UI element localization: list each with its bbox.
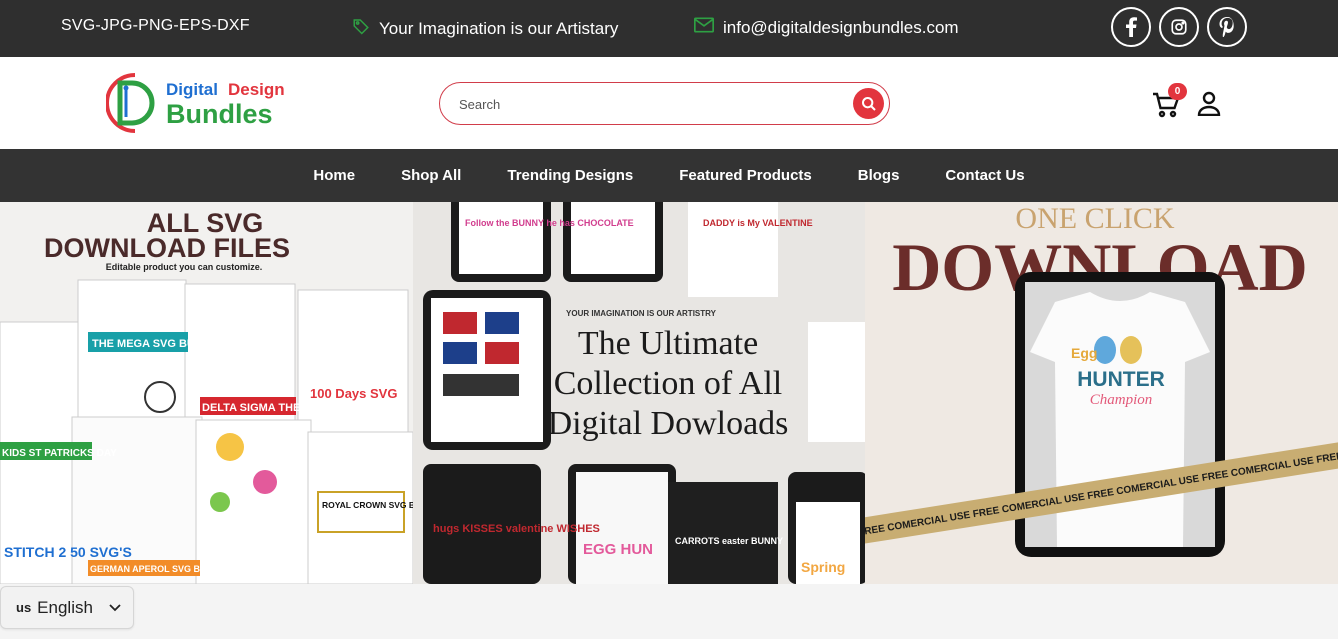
logo-text-digital: Digital <box>166 80 218 99</box>
hero2-label-carrots: CARROTS easter BUNNY <box>675 536 783 546</box>
hero3-shirt-champion: Champion <box>1090 392 1153 408</box>
nav-contact-us[interactable]: Contact Us <box>931 167 1024 184</box>
hero2-title-line2: Collection of All <box>554 365 783 402</box>
hero2-label-daddy: DADDY is My VALENTINE <box>703 218 813 228</box>
hero3-shirt-egg: Egg <box>1071 345 1097 361</box>
file-formats-text: SVG-JPG-PNG-EPS-DXF <box>61 17 250 34</box>
hero2-label-hugs: hugs KISSES valentine WISHES <box>433 523 600 535</box>
hero1-label-aperol: GERMAN APEROL SVG BU <box>90 564 207 574</box>
language-label: English <box>37 597 93 617</box>
nav-featured-products[interactable]: Featured Products <box>665 167 812 184</box>
country-code: us <box>16 600 32 615</box>
hero1-label-royal: ROYAL CROWN SVG BUNDLE <box>322 500 413 510</box>
email-text: info@digitaldesignbundles.com <box>723 17 959 37</box>
nav-home[interactable]: Home <box>313 167 355 184</box>
mail-icon <box>694 17 714 38</box>
hero1-label-stitch: STITCH 2 50 SVG'S <box>4 544 132 560</box>
main-nav: Home Shop All Trending Designs Featured … <box>0 149 1338 202</box>
email-link[interactable]: info@digitaldesignbundles.com <box>694 17 959 38</box>
hero2-label-egg: EGG HUN <box>583 541 653 558</box>
search-bar <box>439 82 890 125</box>
hero3-shirt-hunter: HUNTER <box>1077 368 1165 391</box>
user-icon <box>1197 91 1221 117</box>
site-header: Digital Design Bundles 0 <box>0 57 1338 149</box>
tagline: Your Imagination is our Artistary <box>352 17 618 40</box>
site-logo[interactable]: Digital Design Bundles <box>105 71 286 135</box>
svg-bundle-cards: THE MEGA SVG BU DELTA SIGMA THETA 100 Da… <box>0 279 413 584</box>
chevron-down-icon <box>109 599 121 617</box>
logo-text-design: Design <box>228 80 285 99</box>
search-icon <box>861 96 876 111</box>
hero1-subtitle: Editable product you can customize. <box>106 262 263 272</box>
pinterest-icon <box>1219 17 1234 37</box>
hero1-label-kids: KIDS ST PATRICKS DAY <box>2 448 117 459</box>
logo-text-bundles: Bundles <box>166 99 273 129</box>
search-button[interactable] <box>853 88 884 119</box>
hero2-label-spring: Spring <box>801 559 845 575</box>
search-input[interactable] <box>459 94 839 114</box>
tag-icon <box>352 17 370 40</box>
hero1-title-line2: DOWNLOAD FILES <box>44 233 290 263</box>
hero-banner-one-click-download[interactable]: ONE CLICK DOWNLOAD Egg HUNTER Champion F… <box>865 202 1338 584</box>
instagram-button[interactable] <box>1159 7 1199 47</box>
tagline-text: Your Imagination is our Artistary <box>379 18 619 38</box>
account-button[interactable] <box>1196 90 1222 117</box>
pinterest-button[interactable] <box>1207 7 1247 47</box>
hero2-title-line3: Digital Dowloads <box>548 405 789 442</box>
nav-shop-all[interactable]: Shop All <box>387 167 461 184</box>
hero-banner-ultimate-collection[interactable]: Follow the BUNNY he has CHOCOLATE DADDY … <box>413 202 865 584</box>
facebook-icon <box>1126 17 1137 37</box>
facebook-button[interactable] <box>1111 7 1151 47</box>
social-links <box>1111 7 1247 47</box>
nav-trending-designs[interactable]: Trending Designs <box>493 167 633 184</box>
nav-blogs[interactable]: Blogs <box>844 167 900 184</box>
hero2-kicker: YOUR IMAGINATION IS OUR ARTISTRY <box>566 309 717 318</box>
language-selector[interactable]: us English <box>0 586 134 629</box>
hero1-label-mega: THE MEGA SVG BU <box>92 338 195 350</box>
hero-banner-svg-files[interactable]: ALL SVG DOWNLOAD FILES Editable product … <box>0 202 413 584</box>
top-bar: SVG-JPG-PNG-EPS-DXF Your Imagination is … <box>0 0 1338 57</box>
hero2-label-bunny: Follow the BUNNY he has CHOCOLATE <box>465 218 634 228</box>
hero2-title-line1: The Ultimate <box>578 325 758 362</box>
hero1-label-100days: 100 Days SVG <box>310 386 397 401</box>
instagram-icon <box>1171 19 1187 35</box>
cart-count-badge: 0 <box>1168 83 1187 100</box>
hero1-label-delta: DELTA SIGMA THETA <box>202 402 314 414</box>
